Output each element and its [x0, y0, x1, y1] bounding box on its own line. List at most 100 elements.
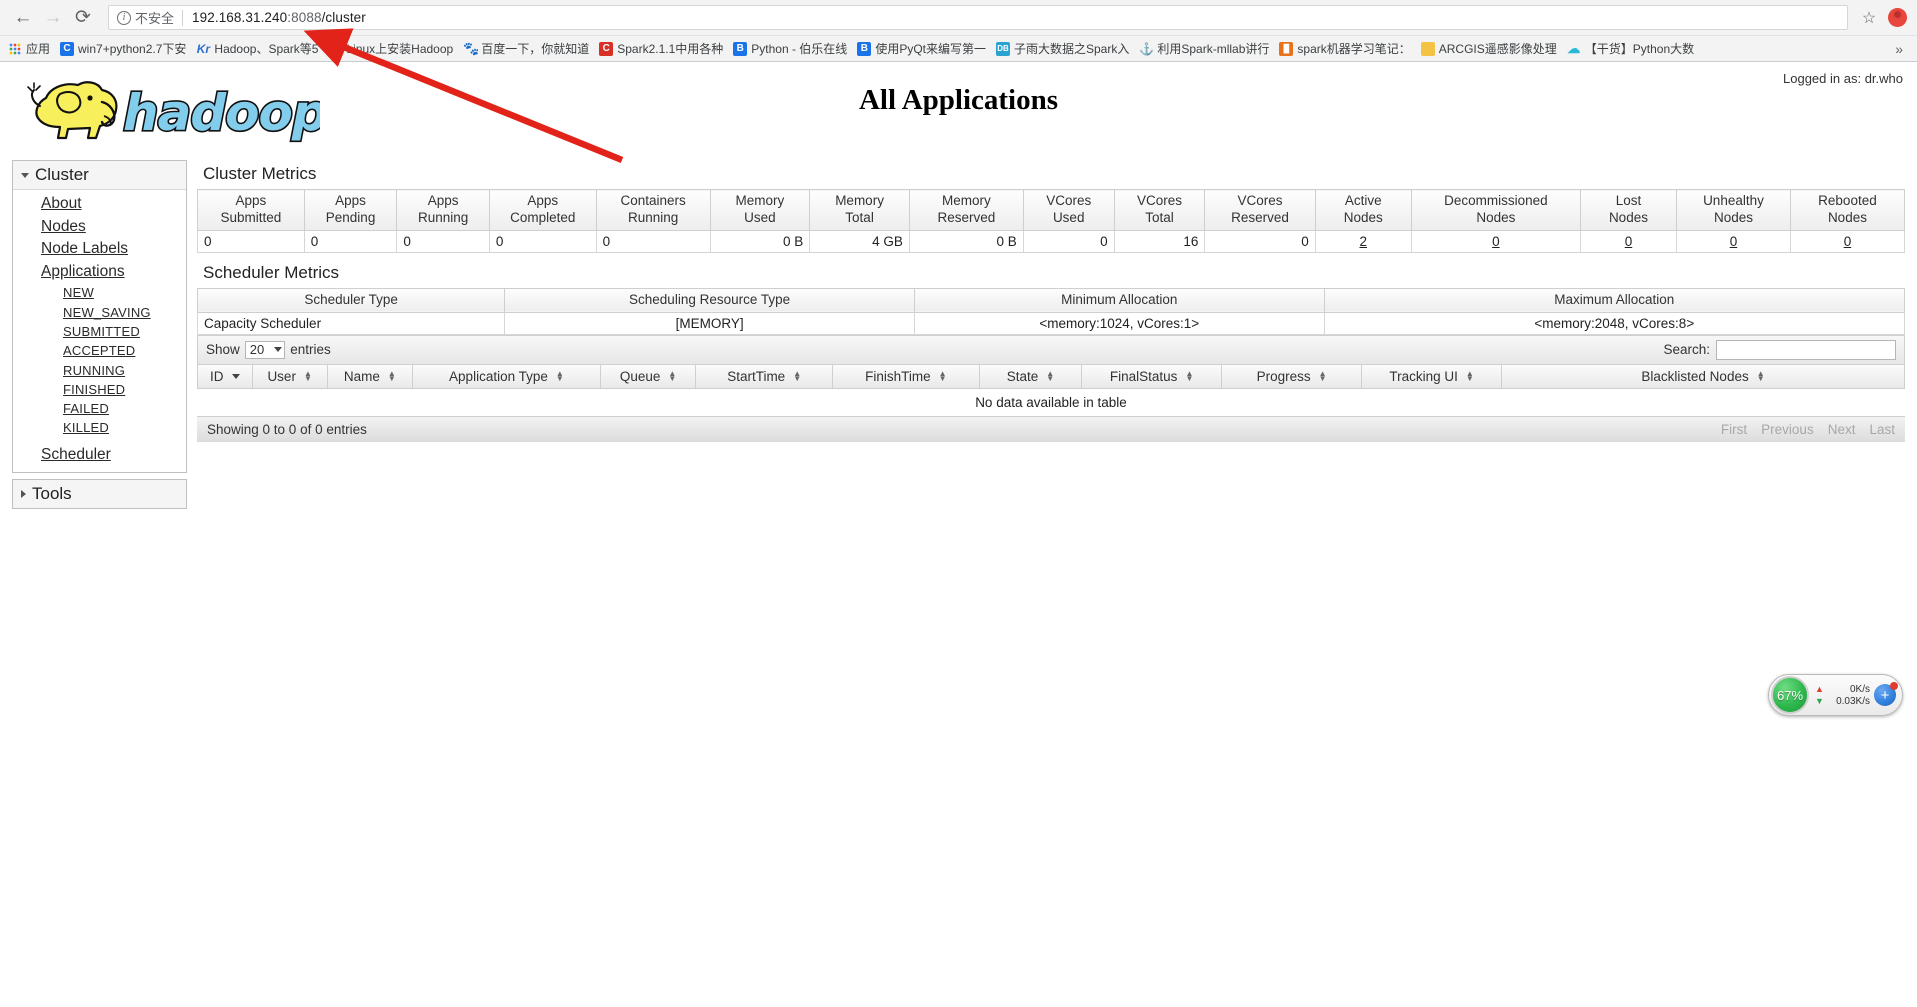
- bookmark-label: Hadoop、Spark等5: [214, 42, 319, 56]
- col-finalstatus[interactable]: FinalStatus ▲ ▼: [1081, 364, 1223, 389]
- col-line2: Nodes: [1343, 209, 1383, 225]
- val-decommissioned-nodes-link[interactable]: 0: [1492, 234, 1500, 249]
- val-memory-total: 4 GB: [809, 230, 910, 253]
- col-progress[interactable]: Progress ▲ ▼: [1221, 364, 1363, 389]
- val-active-nodes[interactable]: 2: [1314, 230, 1412, 253]
- address-bar[interactable]: i 不安全 192.168.31.240:8088/cluster: [108, 5, 1848, 30]
- col-label: User: [267, 368, 296, 384]
- bookmark-item[interactable]: ⚓ 利用Spark-mllab讲行: [1135, 38, 1275, 59]
- bookmark-item[interactable]: C win7+python2.7下安: [56, 38, 192, 59]
- bookmark-item[interactable]: ARCGIS遥感影像处理: [1417, 38, 1563, 59]
- pager-last[interactable]: Last: [1869, 422, 1895, 437]
- bookmark-item[interactable]: B Python - 伯乐在线: [729, 38, 853, 59]
- show-entries-control: Show 20 entries: [206, 340, 331, 359]
- sort-icon: ▲ ▼: [387, 369, 396, 384]
- sidebar-item-running[interactable]: RUNNING: [13, 361, 186, 380]
- profile-avatar-icon[interactable]: [1888, 8, 1907, 27]
- col-finishtime[interactable]: FinishTime ▲ ▼: [831, 364, 980, 389]
- bookmark-item[interactable]: █ spark机器学习笔记：: [1275, 38, 1416, 59]
- sidebar-item-failed[interactable]: FAILED: [13, 399, 186, 418]
- back-arrow-icon[interactable]: ←: [8, 3, 38, 33]
- col-line2: Total: [1145, 209, 1174, 225]
- upload-speed-row: ▲ 0K/s: [1815, 684, 1870, 695]
- sidebar-item-applications[interactable]: Applications: [13, 261, 186, 284]
- bookmark-star-icon[interactable]: ☆: [1856, 5, 1882, 31]
- val-decommissioned-nodes[interactable]: 0: [1410, 230, 1581, 253]
- val-lost-nodes[interactable]: 0: [1579, 230, 1678, 253]
- col-active-nodes: Active Nodes: [1314, 189, 1412, 231]
- download-speed-value: 0.03K/s: [1836, 695, 1870, 707]
- sidebar-links: About Nodes Node Labels Applications NEW…: [13, 190, 186, 472]
- bookmark-item[interactable]: C Linux上安装Hadoop: [324, 38, 459, 59]
- sidebar-item-node-labels[interactable]: Node Labels: [13, 238, 186, 261]
- sidebar-item-killed[interactable]: KILLED: [13, 418, 186, 437]
- col-decommissioned-nodes: Decommissioned Nodes: [1410, 189, 1581, 231]
- col-line2: Reserved: [937, 209, 996, 225]
- bookmark-item[interactable]: 🐾 百度一下，你就知道: [459, 38, 595, 59]
- show-label: Show: [206, 342, 240, 358]
- pager-next[interactable]: Next: [1828, 422, 1856, 437]
- sidebar-item-new[interactable]: NEW: [13, 283, 186, 302]
- pager-first[interactable]: First: [1721, 422, 1747, 437]
- pager-previous[interactable]: Previous: [1761, 422, 1814, 437]
- sort-icon: ▲ ▼: [1465, 369, 1474, 384]
- val-rebooted-nodes[interactable]: 0: [1789, 230, 1906, 253]
- csdn-favicon: C: [599, 41, 614, 56]
- col-id[interactable]: ID: [197, 364, 253, 389]
- sidebar-item-about[interactable]: About: [13, 193, 186, 216]
- reload-icon[interactable]: ⟳: [68, 3, 98, 33]
- sidebar-item-nodes[interactable]: Nodes: [13, 216, 186, 239]
- col-user[interactable]: User ▲ ▼: [251, 364, 328, 389]
- sidebar-item-submitted[interactable]: SUBMITTED: [13, 322, 186, 341]
- bookmark-item[interactable]: ☁ 【干货】Python大数: [1563, 38, 1700, 59]
- col-queue[interactable]: Queue ▲ ▼: [599, 364, 697, 389]
- col-tracking-ui[interactable]: Tracking UI ▲ ▼: [1361, 364, 1503, 389]
- col-application-type[interactable]: Application Type ▲ ▼: [412, 364, 601, 389]
- security-chip[interactable]: i 不安全: [117, 8, 182, 27]
- col-apps-pending: Apps Pending: [303, 189, 398, 231]
- sidebar-group-tools[interactable]: Tools: [13, 480, 186, 509]
- sidebar-item-accepted[interactable]: ACCEPTED: [13, 341, 186, 360]
- sidebar-group-cluster[interactable]: Cluster: [13, 161, 186, 190]
- sidebar-item-scheduler[interactable]: Scheduler: [13, 444, 186, 467]
- val-minimum-allocation: <memory:1024, vCores:1>: [913, 312, 1325, 335]
- bookmark-item[interactable]: B 使用PyQt来编写第一: [853, 38, 992, 59]
- col-line1: Rebooted: [1818, 193, 1877, 208]
- plus-icon[interactable]: +: [1874, 682, 1898, 706]
- network-speed-widget[interactable]: 67% ▲ 0K/s ▼ 0.03K/s +: [1768, 674, 1903, 716]
- col-starttime[interactable]: StartTime ▲ ▼: [695, 364, 833, 389]
- search-input[interactable]: [1716, 339, 1896, 360]
- cluster-metrics-table: Apps Submitted Apps Pending Apps Running Ap…: [197, 189, 1906, 253]
- val-lost-nodes-link[interactable]: 0: [1625, 234, 1633, 249]
- bookmark-item[interactable]: Kr Hadoop、Spark等5: [192, 38, 324, 59]
- col-blacklisted-nodes[interactable]: Blacklisted Nodes ▲ ▼: [1501, 364, 1905, 389]
- bookmarks-bar: 应用 C win7+python2.7下安 Kr Hadoop、Spark等5 …: [0, 35, 1917, 61]
- bookmarks-overflow-button[interactable]: »: [1885, 41, 1913, 57]
- val-active-nodes-link[interactable]: 2: [1360, 234, 1368, 249]
- col-line1: Containers: [620, 193, 686, 208]
- val-unhealthy-nodes[interactable]: 0: [1676, 230, 1791, 253]
- col-line2: Submitted: [220, 209, 282, 225]
- bookmark-item[interactable]: DB 子雨大数据之Spark入: [992, 38, 1135, 59]
- entries-count-select[interactable]: 20: [244, 340, 286, 359]
- page-body: Cluster About Nodes Node Labels Applicat…: [0, 152, 1917, 515]
- bookmark-item[interactable]: 应用: [4, 38, 56, 59]
- anchor-favicon: ⚓: [1139, 41, 1155, 56]
- val-rebooted-nodes-link[interactable]: 0: [1844, 234, 1852, 249]
- col-label: Queue: [619, 368, 661, 384]
- sidebar-item-finished[interactable]: FINISHED: [13, 380, 186, 399]
- val-unhealthy-nodes-link[interactable]: 0: [1730, 234, 1738, 249]
- col-state[interactable]: State ▲ ▼: [978, 364, 1083, 389]
- sidebar-item-new-saving[interactable]: NEW_SAVING: [13, 303, 186, 322]
- col-containers-running: Containers Running: [595, 189, 711, 231]
- val-scheduling-resource-type: [MEMORY]: [504, 312, 915, 335]
- sort-icon: ▲ ▼: [793, 369, 802, 384]
- sort-icon: ▲ ▼: [1185, 369, 1194, 384]
- col-name[interactable]: Name ▲ ▼: [326, 364, 414, 389]
- bookmark-label: 应用: [26, 42, 51, 56]
- scheduler-metrics-table: Scheduler Type Scheduling Resource Type …: [196, 287, 1906, 335]
- url-host: 192.168.31.240: [192, 10, 288, 25]
- scheduler-metrics-title: Scheduler Metrics: [203, 262, 340, 282]
- bookmark-item[interactable]: C Spark2.1.1中用各种: [595, 38, 729, 59]
- sort-icon: ▲ ▼: [1318, 369, 1327, 384]
